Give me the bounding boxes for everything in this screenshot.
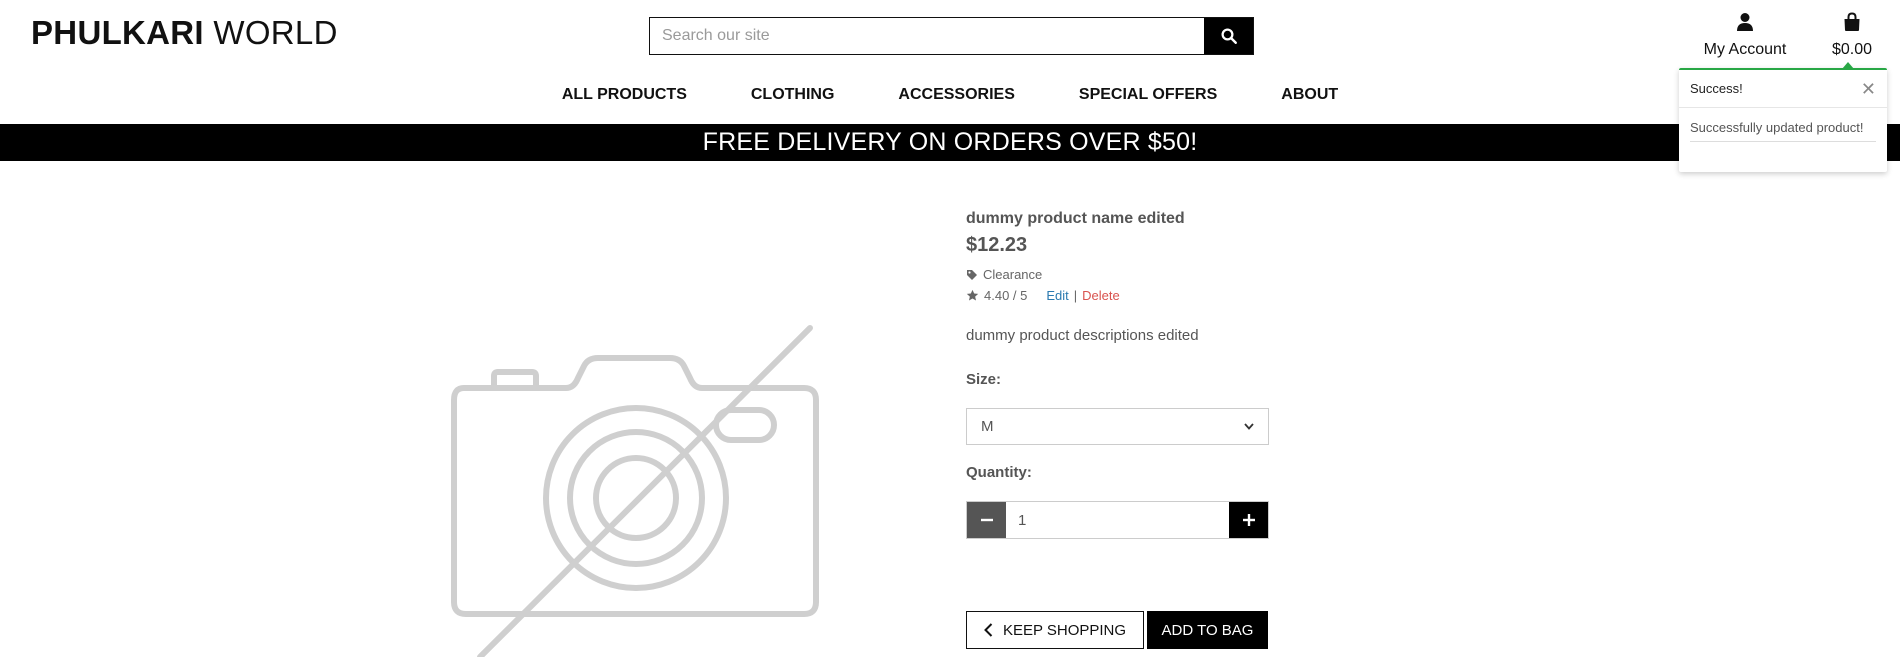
success-toast: Success! ✕ Successfully updated product! (1679, 62, 1887, 172)
tag-icon (967, 269, 977, 280)
product-name: dummy product name edited (966, 210, 1185, 227)
search-input[interactable] (650, 18, 1204, 54)
delete-product-link[interactable]: Delete (1082, 288, 1120, 303)
plus-icon (1242, 514, 1255, 526)
search-icon (1221, 28, 1237, 44)
shopping-bag-icon (1844, 12, 1860, 31)
close-icon[interactable]: ✕ (1861, 80, 1876, 98)
size-select[interactable]: M (966, 408, 1269, 445)
add-to-bag-label: ADD TO BAG (1161, 621, 1254, 639)
nav-special-offers[interactable]: SPECIAL OFFERS (1047, 86, 1249, 104)
keep-shopping-button[interactable]: KEEP SHOPPING (966, 611, 1144, 649)
site-logo[interactable]: PHULKARI WORLD (31, 14, 338, 52)
product-category-link[interactable]: Clearance (966, 267, 1266, 282)
size-selected-value: M (981, 418, 994, 435)
size-label: Size: (966, 371, 1002, 388)
product-category: Clearance (983, 267, 1043, 282)
product-rating: 4.40 / 5 (984, 288, 1028, 303)
product-details: dummy product name edited $12.23 Clearan… (966, 210, 1266, 344)
quantity-label: Quantity: (966, 464, 1032, 481)
quantity-stepper (966, 501, 1269, 539)
edit-product-link[interactable]: Edit (1046, 288, 1068, 303)
add-to-bag-button[interactable]: ADD TO BAG (1147, 611, 1268, 649)
chevron-down-icon (1244, 423, 1254, 430)
toast-title: Success! (1690, 81, 1743, 96)
main-nav: ALL PRODUCTS CLOTHING ACCESSORIES SPECIA… (0, 86, 1900, 104)
product-rating-row: 4.40 / 5 Edit | Delete (966, 288, 1266, 303)
chevron-left-icon (984, 623, 993, 637)
toast-body: Successfully updated product! (1679, 108, 1887, 142)
toast-arrow (1842, 62, 1854, 69)
quantity-input[interactable] (1006, 502, 1229, 538)
nav-all-products[interactable]: ALL PRODUCTS (530, 86, 719, 104)
product-price: $12.23 (966, 234, 1028, 256)
nav-accessories[interactable]: ACCESSORIES (866, 86, 1046, 104)
search-form (649, 17, 1254, 55)
logo-bold-text: PHULKARI (31, 14, 204, 51)
account-label: My Account (1703, 41, 1787, 58)
product-image (440, 320, 830, 657)
toast-message: Successfully updated product! (1690, 120, 1876, 142)
no-image-camera-icon (451, 325, 819, 657)
search-button[interactable] (1204, 18, 1253, 54)
product-description: dummy product descriptions edited (966, 327, 1199, 344)
keep-shopping-label: KEEP SHOPPING (1002, 621, 1127, 639)
nav-about[interactable]: ABOUT (1249, 86, 1370, 104)
shopping-bag-link[interactable]: $0.00 (1822, 12, 1882, 59)
decrement-button[interactable] (967, 502, 1006, 538)
logo-light-text: WORLD (213, 14, 338, 51)
increment-button[interactable] (1229, 502, 1268, 538)
my-account-link[interactable]: My Account (1695, 12, 1795, 59)
toast-header: Success! ✕ (1679, 70, 1887, 108)
star-icon (966, 289, 979, 301)
minus-icon (980, 518, 993, 522)
link-separator: | (1073, 288, 1078, 303)
cart-total: $0.00 (1831, 41, 1873, 58)
nav-clothing[interactable]: CLOTHING (719, 86, 867, 104)
delivery-banner: FREE DELIVERY ON ORDERS OVER $50! (0, 124, 1900, 161)
user-icon (1737, 13, 1753, 31)
